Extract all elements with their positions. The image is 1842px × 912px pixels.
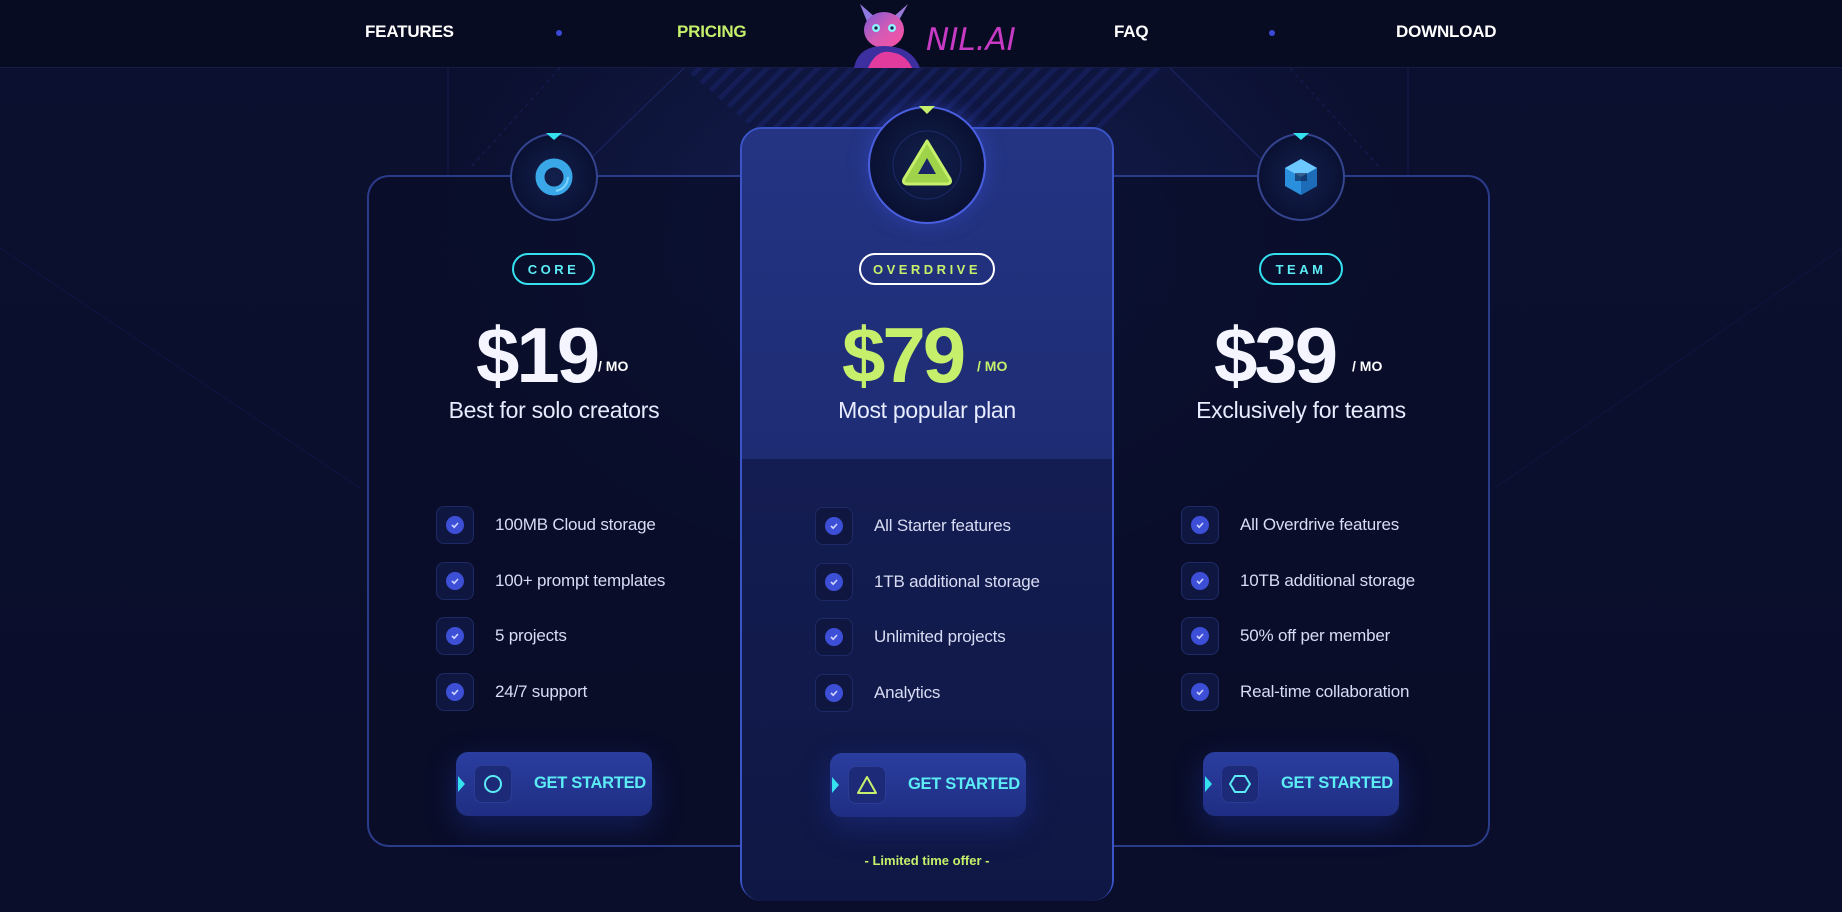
plan-tagline-overdrive: Most popular plan [838, 397, 1016, 423]
nav-separator-dot [1269, 30, 1275, 36]
plan-badge-core: CORE [512, 253, 595, 285]
get-started-button-core[interactable]: GET STARTED [456, 752, 652, 816]
check-icon [1181, 617, 1219, 655]
feature-item: Unlimited projects [815, 618, 1006, 656]
check-icon [815, 618, 853, 656]
feature-item: All Overdrive features [1181, 506, 1399, 544]
feature-item: Analytics [815, 674, 940, 712]
get-started-button-team[interactable]: GET STARTED [1203, 752, 1399, 816]
plan-period-overdrive: / MO [977, 358, 1008, 374]
plan-tagline-core: Best for solo creators [448, 397, 660, 423]
logo[interactable]: NIL.AI [846, 0, 1016, 68]
plan-price-core: $19 [476, 311, 600, 399]
plan-period-core: / MO [598, 358, 629, 374]
ring-icon [535, 158, 573, 196]
check-icon [1181, 562, 1219, 600]
cat-logo-icon [854, 4, 920, 68]
ring-icon [474, 765, 512, 803]
plan-price-overdrive: $79 [842, 311, 966, 399]
nav-download[interactable]: DOWNLOAD [1396, 22, 1497, 42]
check-icon [436, 617, 474, 655]
check-icon [436, 673, 474, 711]
nav-faq[interactable]: FAQ [1114, 22, 1149, 42]
arrow-icon [458, 776, 465, 792]
hexagon-icon [1221, 765, 1259, 803]
feature-item: All Starter features [815, 507, 1011, 545]
nav-features[interactable]: FEATURES [365, 22, 454, 42]
plan-period-team: / MO [1352, 358, 1383, 374]
plan-emblem-overdrive [868, 106, 986, 224]
get-started-button-overdrive[interactable]: GET STARTED [830, 753, 1026, 817]
arrow-icon [1205, 776, 1212, 792]
triangle-icon [892, 130, 962, 200]
check-icon [815, 507, 853, 545]
arrow-icon [832, 777, 839, 793]
check-icon [436, 506, 474, 544]
nav-pricing[interactable]: PRICING [677, 22, 747, 42]
plan-emblem-team [1257, 133, 1345, 221]
feature-item: 10TB additional storage [1181, 562, 1415, 600]
logo-text: NIL.AI [926, 22, 1016, 58]
feature-item: 5 projects [436, 617, 567, 655]
feature-item: 24/7 support [436, 673, 587, 711]
nav-separator-dot [556, 30, 562, 36]
feature-item: Real-time collaboration [1181, 673, 1409, 711]
feature-item: 50% off per member [1181, 617, 1390, 655]
pricing-page: FEATURES PRICING NIL.AI FAQ DOWNLOAD COR… [0, 0, 1842, 912]
check-icon [1181, 506, 1219, 544]
feature-item: 100+ prompt templates [436, 562, 665, 600]
plan-emblem-core [510, 133, 598, 221]
plan-badge-team: TEAM [1259, 253, 1343, 285]
check-icon [815, 674, 853, 712]
check-icon [1181, 673, 1219, 711]
hexagon-icon [1285, 159, 1317, 195]
feature-item: 1TB additional storage [815, 563, 1040, 601]
feature-item: 100MB Cloud storage [436, 506, 656, 544]
check-icon [436, 562, 474, 600]
limited-offer-text: - Limited time offer - [864, 853, 990, 868]
triangle-icon [848, 766, 886, 804]
plan-price-team: $39 [1214, 311, 1338, 399]
plan-badge-overdrive: OVERDRIVE [859, 253, 995, 285]
plan-tagline-team: Exclusively for teams [1196, 397, 1406, 423]
check-icon [815, 563, 853, 601]
top-nav: FEATURES PRICING NIL.AI FAQ DOWNLOAD [0, 0, 1842, 68]
